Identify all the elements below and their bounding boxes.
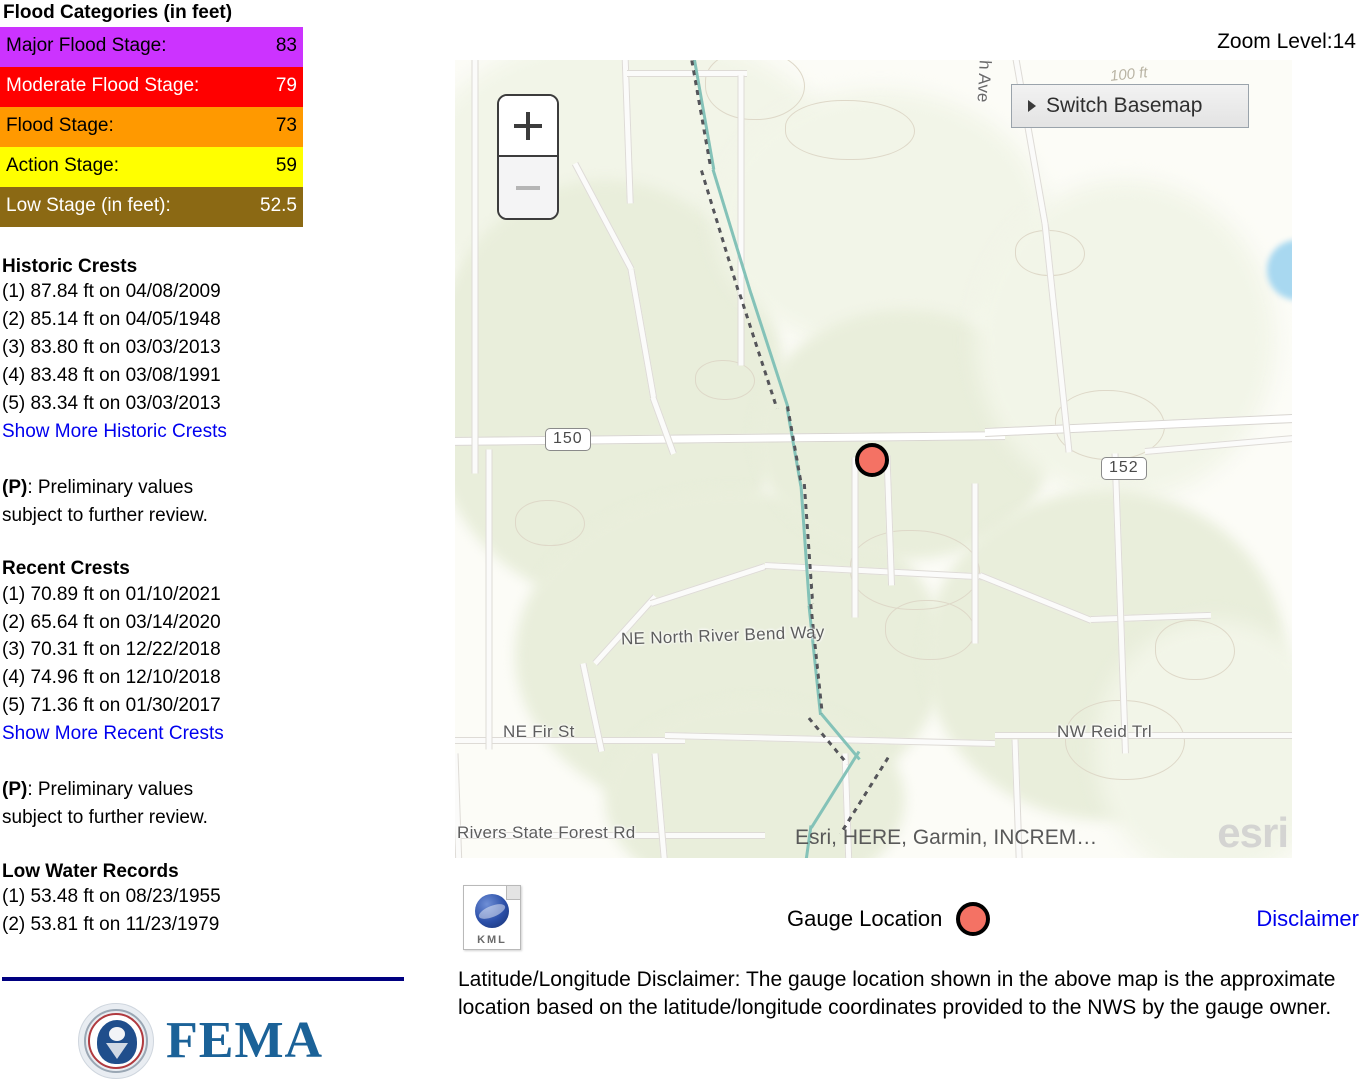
- historic-prelim-note-line2: subject to further review.: [2, 504, 208, 526]
- historic-prelim-note: (P): Preliminary values: [0, 474, 440, 502]
- list-item: (3) 83.80 ft on 03/03/2013: [2, 336, 221, 358]
- switch-basemap-button[interactable]: Switch Basemap: [1011, 84, 1249, 128]
- prelim-text: : Preliminary values: [27, 476, 194, 498]
- flood-category-label: Action Stage:: [6, 155, 120, 177]
- flood-category-value: 73: [275, 115, 297, 137]
- flood-category-label: Major Flood Stage:: [6, 35, 167, 57]
- list-item: (1) 87.84 ft on 04/08/2009: [2, 281, 221, 303]
- map-label-rivers-state-forest-rd: Rivers State Forest Rd: [457, 823, 636, 842]
- map-label-th-ave: th Ave: [973, 60, 995, 103]
- map-canvas[interactable]: NE North River Bend Way NE Fir St NW Rei…: [455, 60, 1292, 858]
- list-item: (2) 65.64 ft on 03/14/2020: [2, 611, 221, 633]
- map-attribution: Esri, HERE, Garmin, INCREM…: [795, 826, 1098, 849]
- map-contour-label: 100 ft: [1109, 64, 1149, 85]
- gauge-location-legend: Gauge Location: [787, 902, 991, 936]
- table-row: Flood Stage: 73: [0, 106, 303, 147]
- recent-crests-title: Recent Crests: [2, 558, 130, 580]
- list-item: (2) 53.81 ft on 11/23/1979: [2, 914, 220, 936]
- list-item: (5) 71.36 ft on 01/30/2017: [2, 695, 221, 717]
- divider: [2, 977, 404, 981]
- flood-category-value: 83: [275, 35, 297, 57]
- fema-wordmark: FEMA: [166, 1012, 324, 1069]
- page-fold-icon: [506, 886, 520, 900]
- historic-crests-title: Historic Crests: [2, 255, 138, 277]
- triangle-right-icon: [1028, 100, 1036, 112]
- switch-basemap-label: Switch Basemap: [1046, 94, 1203, 117]
- list-item: (2) 85.14 ft on 04/05/1948: [2, 308, 221, 330]
- route-shield-152: 152: [1101, 457, 1147, 480]
- minus-icon: [516, 185, 540, 190]
- list-item: (1) 70.89 ft on 01/10/2021: [2, 583, 221, 605]
- disclaimer-link[interactable]: Disclaimer: [1256, 906, 1359, 932]
- gauge-location-marker[interactable]: [855, 443, 889, 477]
- route-shield-150: 150: [545, 428, 591, 451]
- flood-category-value: 59: [275, 155, 297, 177]
- prelim-marker: (P): [2, 779, 28, 801]
- zoom-in-button[interactable]: [499, 96, 557, 157]
- list-item: (5) 83.34 ft on 03/03/2013: [2, 392, 221, 414]
- plus-icon: [514, 111, 542, 140]
- kml-icon-label: KML: [477, 934, 507, 946]
- globe-icon: [475, 894, 509, 928]
- map-label-nw-reid-trl: NW Reid Trl: [1057, 722, 1152, 741]
- esri-logo: esri: [1217, 809, 1289, 856]
- flood-category-label: Low Stage (in feet):: [6, 195, 171, 217]
- flood-category-value: 79: [275, 75, 297, 97]
- list-item: (4) 74.96 ft on 12/10/2018: [2, 667, 221, 689]
- zoom-out-button[interactable]: [499, 157, 557, 218]
- dhs-seal-icon: [78, 1003, 154, 1079]
- latitude-longitude-disclaimer: Latitude/Longitude Disclaimer: The gauge…: [458, 968, 1336, 1019]
- flood-categories-table: Major Flood Stage: 83 Moderate Flood Sta…: [0, 26, 303, 227]
- list-item: (4) 83.48 ft on 03/08/1991: [2, 364, 221, 386]
- table-row: Action Stage: 59: [0, 146, 303, 187]
- list-item: (3) 70.31 ft on 12/22/2018: [2, 639, 221, 661]
- table-row: Major Flood Stage: 83: [0, 26, 303, 67]
- flood-category-label: Moderate Flood Stage:: [6, 75, 200, 97]
- table-row: Low Stage (in feet): 52.5: [0, 186, 303, 227]
- map-label-ne-fir-st: NE Fir St: [503, 722, 575, 741]
- recent-prelim-note: (P): Preliminary values: [0, 776, 440, 804]
- zoom-control[interactable]: [497, 94, 559, 220]
- fema-logo: FEMA: [78, 1000, 328, 1082]
- flood-categories-title: Flood Categories (in feet): [3, 2, 233, 23]
- show-more-historic-crests-link[interactable]: Show More Historic Crests: [0, 418, 440, 446]
- prelim-text: : Preliminary values: [27, 779, 194, 801]
- list-item: (1) 53.48 ft on 08/23/1955: [2, 886, 221, 908]
- map-legend-row: KML Gauge Location Disclaimer: [455, 880, 1364, 966]
- table-row: Moderate Flood Stage: 79: [0, 66, 303, 107]
- gauge-location-legend-swatch: [956, 902, 991, 936]
- gauge-location-legend-label: Gauge Location: [787, 906, 943, 931]
- zoom-level-label: Zoom Level:14: [1217, 30, 1356, 53]
- kml-download-icon[interactable]: KML: [463, 885, 521, 950]
- prelim-marker: (P): [2, 476, 28, 498]
- low-water-records-title: Low Water Records: [2, 860, 179, 882]
- show-more-recent-crests-link[interactable]: Show More Recent Crests: [0, 720, 440, 748]
- flood-category-label: Flood Stage:: [6, 115, 114, 137]
- flood-category-value: 52.5: [260, 195, 297, 217]
- recent-prelim-note-line2: subject to further review.: [2, 807, 208, 829]
- sidebar: Flood Categories (in feet) Major Flood S…: [0, 0, 440, 1089]
